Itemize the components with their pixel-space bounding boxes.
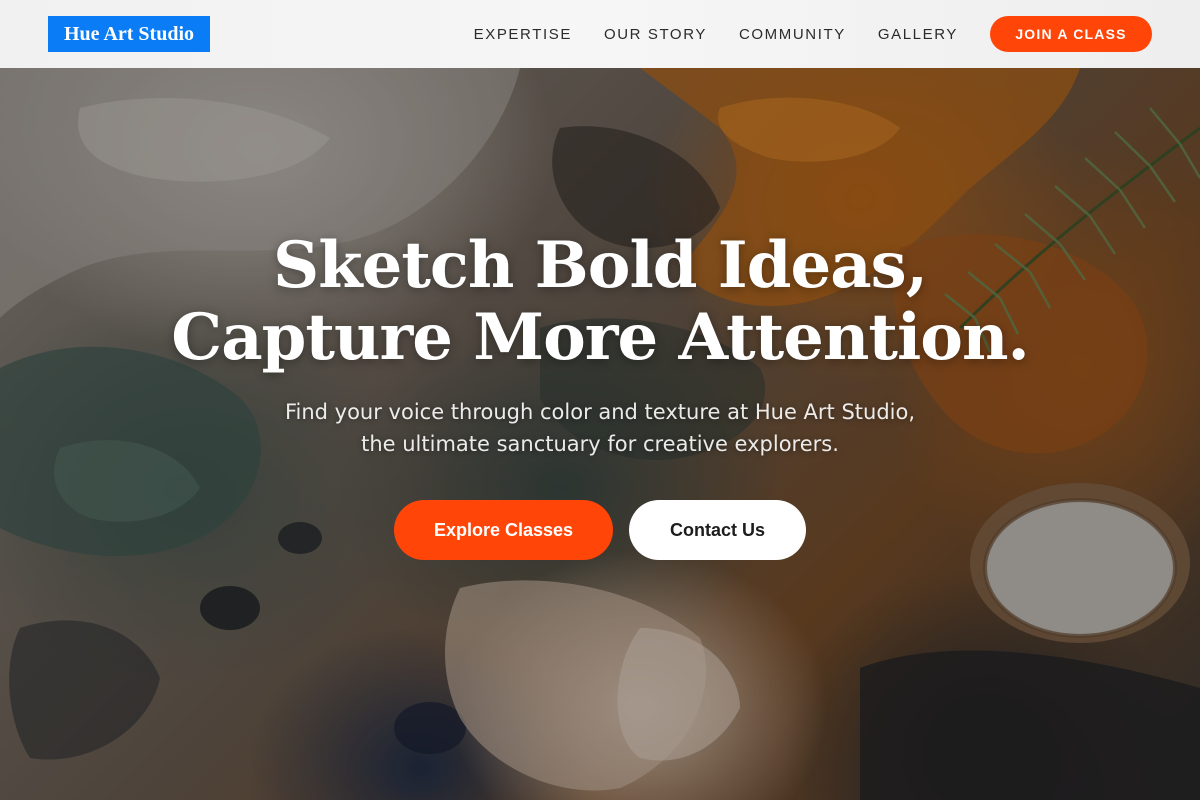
hero-section: Sketch Bold Ideas, Capture More Attentio…: [0, 230, 1200, 560]
landing-page: Hue Art Studio EXPERTISE OUR STORY COMMU…: [0, 0, 1200, 800]
main-nav: EXPERTISE OUR STORY COMMUNITY GALLERY: [474, 0, 958, 68]
hero-subtitle-line-1: Find your voice through color and textur…: [284, 400, 916, 424]
hero-headline-line-1: Sketch Bold Ideas,: [273, 228, 928, 303]
nav-link-our-story[interactable]: OUR STORY: [604, 26, 707, 43]
hero-headline: Sketch Bold Ideas, Capture More Attentio…: [0, 230, 1200, 374]
nav-link-gallery[interactable]: GALLERY: [878, 26, 958, 43]
brand-logo[interactable]: Hue Art Studio: [48, 16, 210, 52]
nav-link-community[interactable]: COMMUNITY: [739, 26, 846, 43]
hero-cta-group: Explore Classes Contact Us: [0, 500, 1200, 560]
hero-subtitle: Find your voice through color and textur…: [220, 396, 980, 460]
nav-link-expertise[interactable]: EXPERTISE: [474, 26, 572, 43]
hero-subtitle-line-2: the ultimate sanctuary for creative expl…: [361, 432, 839, 456]
hero-headline-line-2: Capture More Attention.: [171, 300, 1030, 375]
contact-us-button[interactable]: Contact Us: [629, 500, 806, 560]
join-class-button[interactable]: JOIN A CLASS: [990, 16, 1152, 52]
site-header: Hue Art Studio EXPERTISE OUR STORY COMMU…: [0, 0, 1200, 68]
explore-classes-button[interactable]: Explore Classes: [394, 500, 613, 560]
